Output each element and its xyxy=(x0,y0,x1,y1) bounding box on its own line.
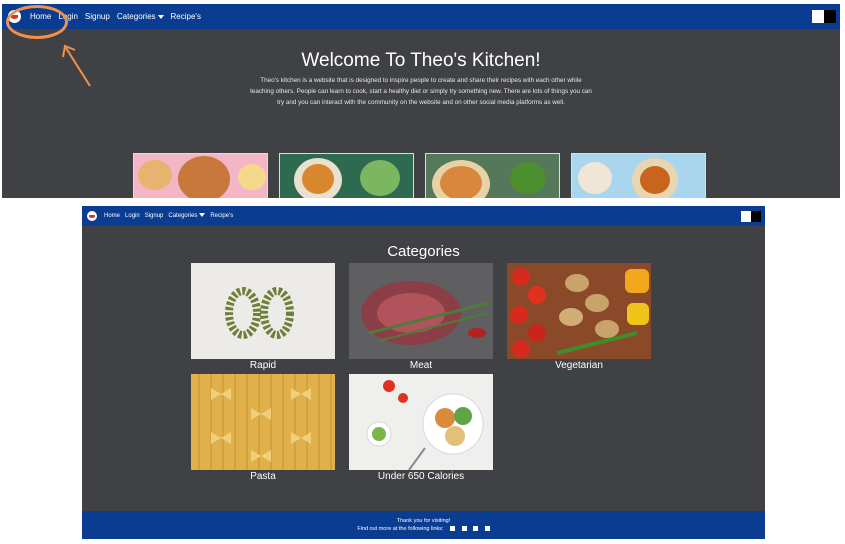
footer-links-label: Find out more at the following links: xyxy=(357,526,444,532)
annotation-highlight-ellipse xyxy=(6,5,68,39)
youtube-icon[interactable] xyxy=(484,526,490,532)
theme-toggle[interactable] xyxy=(741,211,761,222)
category-label: Pasta xyxy=(250,471,276,482)
twitter-icon[interactable] xyxy=(461,526,467,532)
page-title: Categories xyxy=(387,243,460,260)
nav-categories-label: Categories xyxy=(116,12,156,21)
nav-recipes[interactable]: Recipe's xyxy=(171,12,201,21)
featured-recipe-image[interactable] xyxy=(133,153,268,198)
category-card-under-650-calories[interactable]: Under 650 Calories xyxy=(349,374,493,482)
featured-recipe-image[interactable] xyxy=(279,153,414,198)
hero-text: Theo's kitchen is a website that is desi… xyxy=(250,77,592,106)
chevron-down-icon xyxy=(199,213,206,218)
nav-categories[interactable]: Categories xyxy=(117,12,164,21)
category-image[interactable] xyxy=(191,263,335,359)
category-card-rapid[interactable]: Rapid xyxy=(191,263,335,371)
featured-recipe-image[interactable] xyxy=(571,153,706,198)
footer-thanks: Thank you for visiting! xyxy=(396,518,451,524)
nav-categories-label: Categories xyxy=(168,213,198,219)
theme-toggle[interactable] xyxy=(812,10,836,23)
nav-recipes[interactable]: Recipe's xyxy=(210,213,233,219)
category-image[interactable] xyxy=(349,374,493,470)
light-mode-swatch xyxy=(741,211,751,222)
nav-home[interactable]: Home xyxy=(104,213,120,219)
nav-signup[interactable]: Signup xyxy=(145,213,164,219)
category-image[interactable] xyxy=(507,263,651,359)
dark-mode-swatch xyxy=(751,211,761,222)
annotation-arrow-icon xyxy=(62,44,91,87)
featured-recipe-cards xyxy=(133,153,706,198)
footer: Thank you for visiting! Find out more at… xyxy=(82,511,765,539)
dark-mode-swatch xyxy=(824,10,836,23)
light-mode-swatch xyxy=(812,10,824,23)
chevron-down-icon xyxy=(157,14,164,19)
instagram-icon[interactable] xyxy=(473,526,479,532)
nav-login[interactable]: Login xyxy=(125,213,140,219)
navbar: Home Login Signup Categories Recipe's xyxy=(82,206,765,226)
facebook-icon[interactable] xyxy=(450,526,456,532)
nav-signup[interactable]: Signup xyxy=(85,12,110,21)
category-image[interactable] xyxy=(191,374,335,470)
featured-recipe-image[interactable] xyxy=(425,153,560,198)
category-card-vegetarian[interactable]: Vegetarian xyxy=(507,263,651,371)
category-label: Rapid xyxy=(249,360,277,371)
home-page-screenshot: Home Login Signup Categories Recipe's We… xyxy=(2,4,840,198)
category-card-pasta[interactable]: Pasta xyxy=(191,374,335,482)
category-label: Vegetarian xyxy=(555,360,603,371)
nav-categories[interactable]: Categories xyxy=(168,213,206,219)
category-label: Under 650 Calories xyxy=(377,471,465,482)
category-image[interactable] xyxy=(349,263,493,359)
hero-title: Welcome To Theo's Kitchen! xyxy=(301,50,541,71)
categories-page-screenshot: Home Login Signup Categories Recipe's Ca… xyxy=(82,206,765,539)
category-card-meat[interactable]: Meat xyxy=(349,263,493,371)
footer-links-row: Find out more at the following links: xyxy=(82,525,765,533)
navbar: Home Login Signup Categories Recipe's xyxy=(2,4,840,29)
category-label: Meat xyxy=(409,360,433,371)
kitchen-logo-icon[interactable] xyxy=(87,211,97,221)
